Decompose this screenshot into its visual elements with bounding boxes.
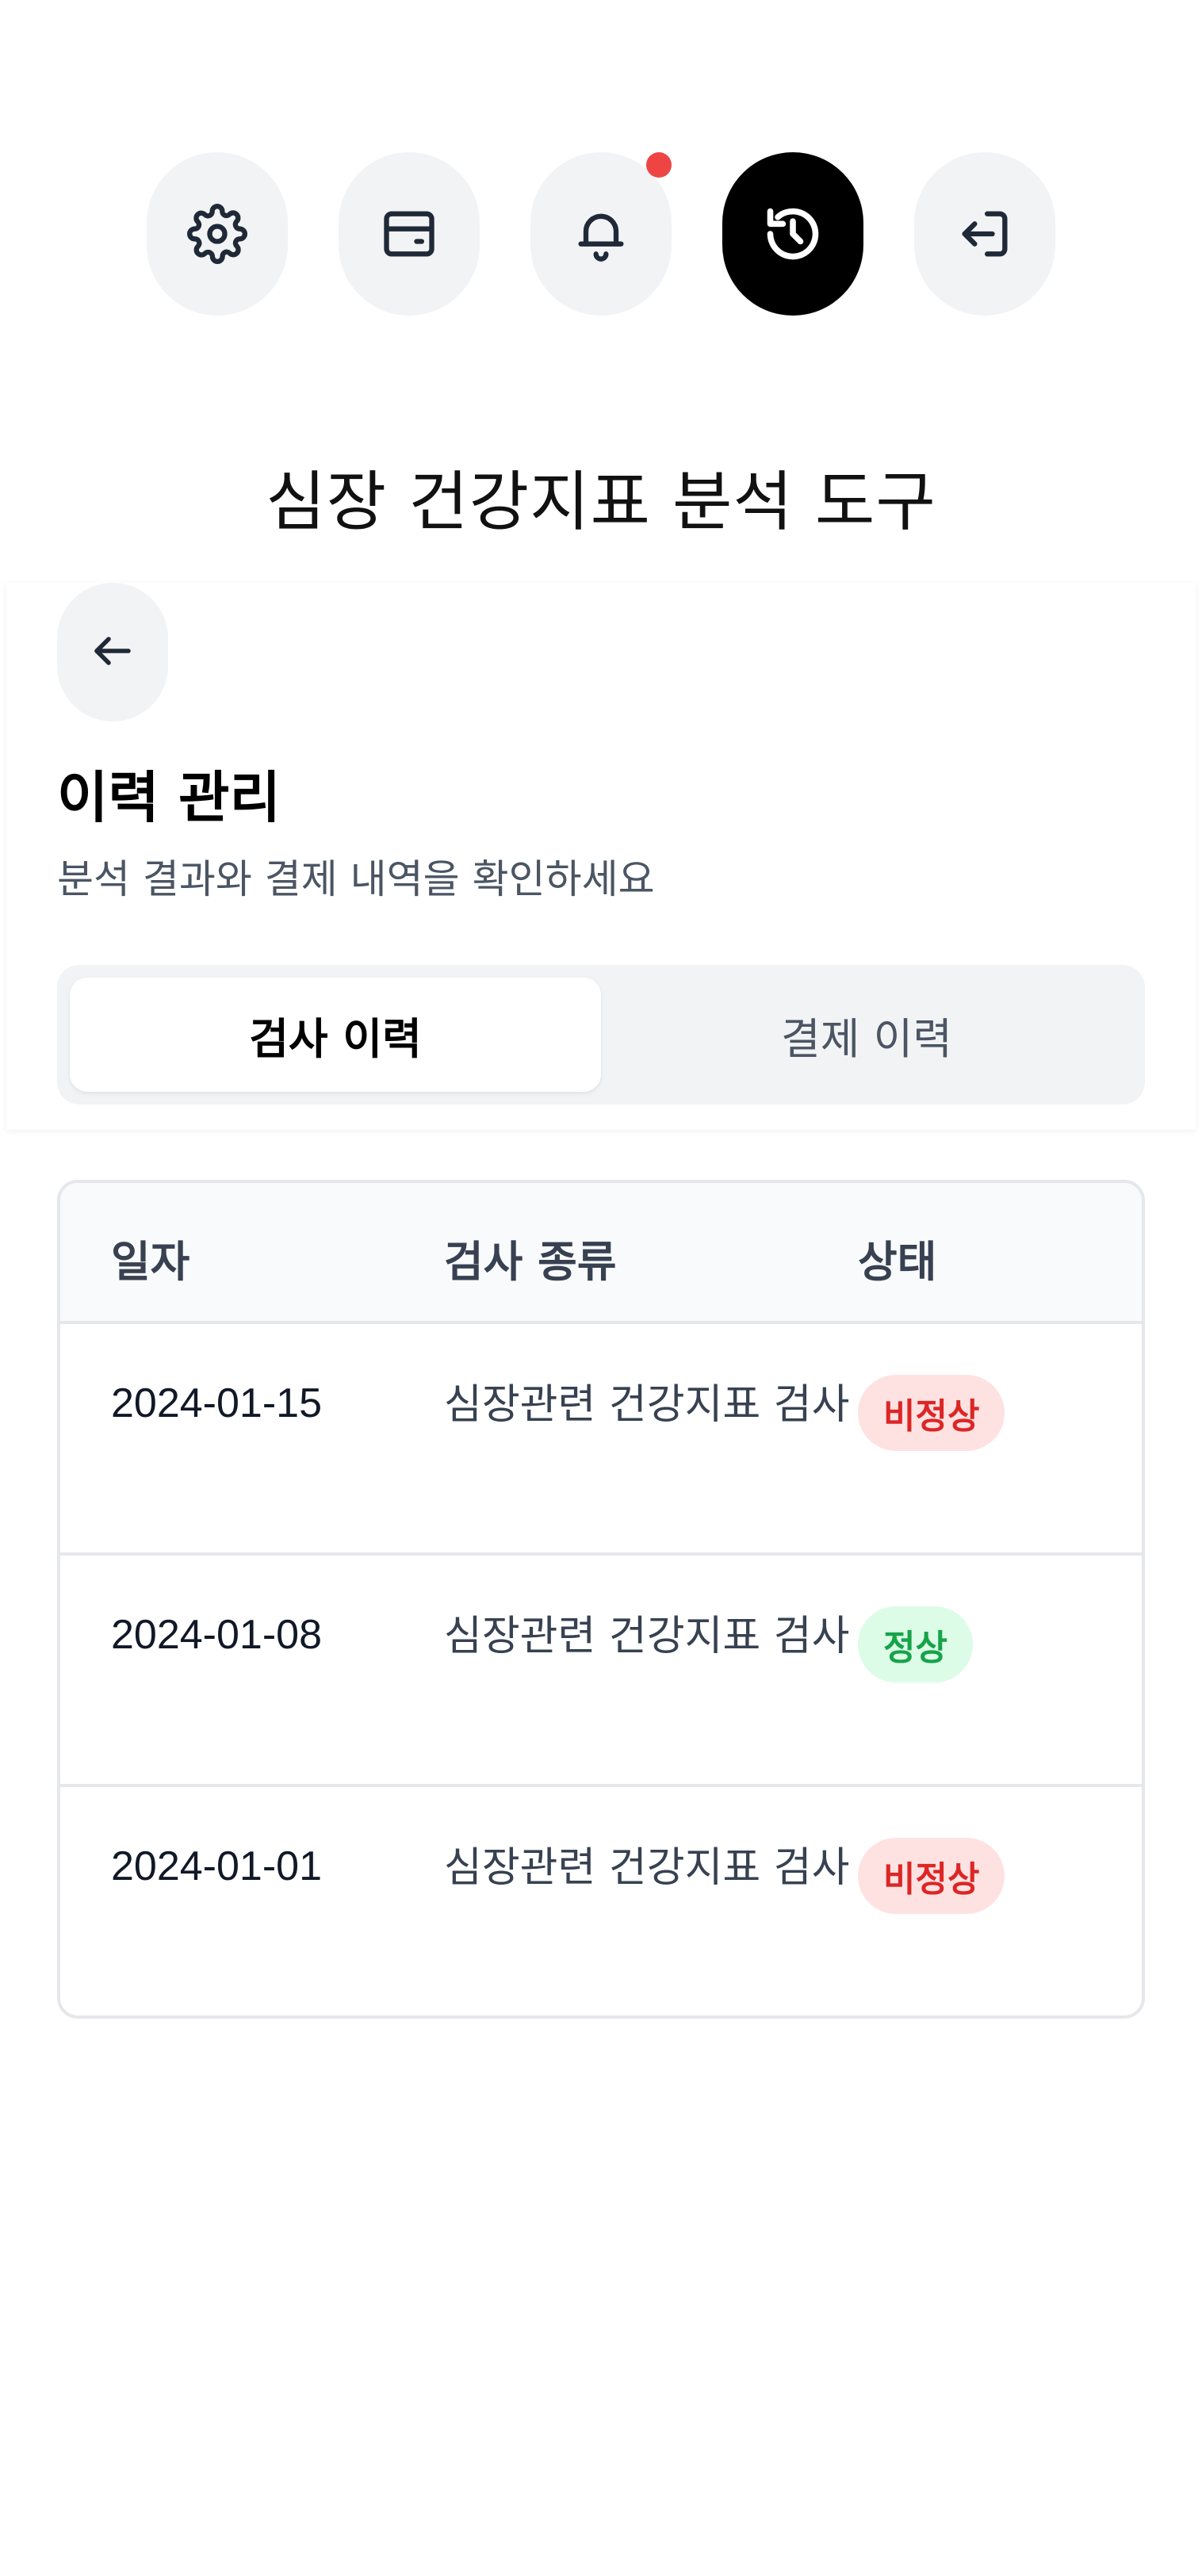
row-test-type: 심장관련 건강지표 검사: [444, 1613, 850, 1660]
column-header-date: 일자: [111, 1237, 190, 1287]
table-row[interactable]: 2024-01-01 심장관련 건강지표 검사 비정상: [60, 1787, 1142, 2015]
history-button[interactable]: [722, 152, 863, 316]
history-table: 일자 검사 종류 상태 2024-01-15 심장관련 건강지표 검사 비정상 …: [57, 1180, 1145, 2019]
history-icon: [763, 204, 823, 264]
row-test-type: 심장관련 건강지표 검사: [444, 1844, 850, 1892]
table-row[interactable]: 2024-01-15 심장관련 건강지표 검사 비정상: [60, 1324, 1142, 1556]
table-header: 일자 검사 종류 상태: [60, 1183, 1142, 1324]
bell-icon: [571, 204, 631, 264]
section-subtitle: 분석 결과와 결제 내역을 확인하세요: [57, 856, 655, 902]
settings-icon: [187, 204, 247, 264]
table-row[interactable]: 2024-01-08 심장관련 건강지표 검사 정상: [60, 1556, 1142, 1787]
row-date: 2024-01-01: [111, 1843, 322, 1889]
section-title: 이력 관리: [57, 765, 281, 830]
row-test-type: 심장관련 건강지표 검사: [444, 1381, 850, 1429]
row-date: 2024-01-15: [111, 1380, 322, 1426]
tab-test-history[interactable]: 검사 이력: [70, 978, 601, 1092]
payment-button[interactable]: [339, 152, 480, 316]
column-header-status: 상태: [858, 1237, 937, 1287]
page: 심장 건강지표 분석 도구 이력 관리 분석 결과와 결제 내역을 확인하세요 …: [0, 0, 1202, 2576]
row-date: 2024-01-08: [111, 1612, 322, 1658]
app-title: 심장 건강지표 분석 도구: [266, 465, 936, 540]
top-icon-bar: [0, 152, 1202, 316]
logout-icon: [955, 204, 1015, 264]
notification-dot: [646, 152, 672, 178]
status-badge: 정상: [858, 1606, 973, 1682]
back-button[interactable]: [57, 583, 168, 722]
payment-card-icon: [379, 204, 439, 264]
history-tabs: 검사 이력 결제 이력: [57, 965, 1145, 1104]
tab-payment-history[interactable]: 결제 이력: [601, 978, 1132, 1092]
column-header-type: 검사 종류: [444, 1237, 617, 1287]
logout-button[interactable]: [914, 152, 1055, 316]
arrow-left-icon: [89, 627, 136, 678]
status-badge: 비정상: [858, 1375, 1005, 1451]
history-header-card: 이력 관리 분석 결과와 결제 내역을 확인하세요 검사 이력 결제 이력: [6, 583, 1196, 1130]
status-badge: 비정상: [858, 1838, 1005, 1914]
settings-button[interactable]: [147, 152, 288, 316]
notifications-button[interactable]: [530, 152, 672, 316]
